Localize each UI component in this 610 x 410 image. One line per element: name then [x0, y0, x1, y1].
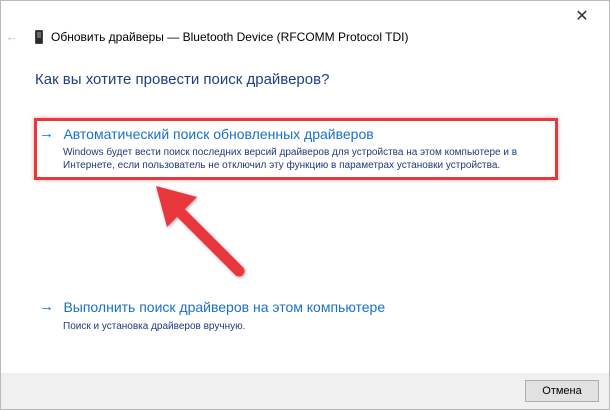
dialog-footer: Отмена — [1, 373, 609, 409]
manual-search-description: Поиск и установка драйверов вручную. — [63, 321, 246, 332]
device-icon — [35, 30, 43, 44]
title-bar: ← Обновить драйверы — Bluetooth Device (… — [1, 1, 609, 45]
close-icon[interactable]: ✕ — [569, 7, 595, 27]
cancel-button[interactable]: Отмена — [525, 380, 599, 402]
arrow-right-icon: → — [39, 298, 54, 315]
pointer-arrow-annotation — [156, 186, 245, 277]
manual-search-option[interactable]: → Выполнить поиск драйверов на этом комп… — [39, 298, 385, 316]
window-title: Обновить драйверы — Bluetooth Device (RF… — [51, 30, 409, 44]
page-heading: Как вы хотите провести поиск драйверов? — [35, 71, 330, 88]
back-arrow-icon[interactable]: ← — [5, 30, 19, 44]
manual-search-link[interactable]: Выполнить поиск драйверов на этом компью… — [63, 298, 385, 316]
highlight-frame — [34, 118, 558, 180]
update-drivers-window: ← Обновить драйверы — Bluetooth Device (… — [0, 0, 610, 410]
